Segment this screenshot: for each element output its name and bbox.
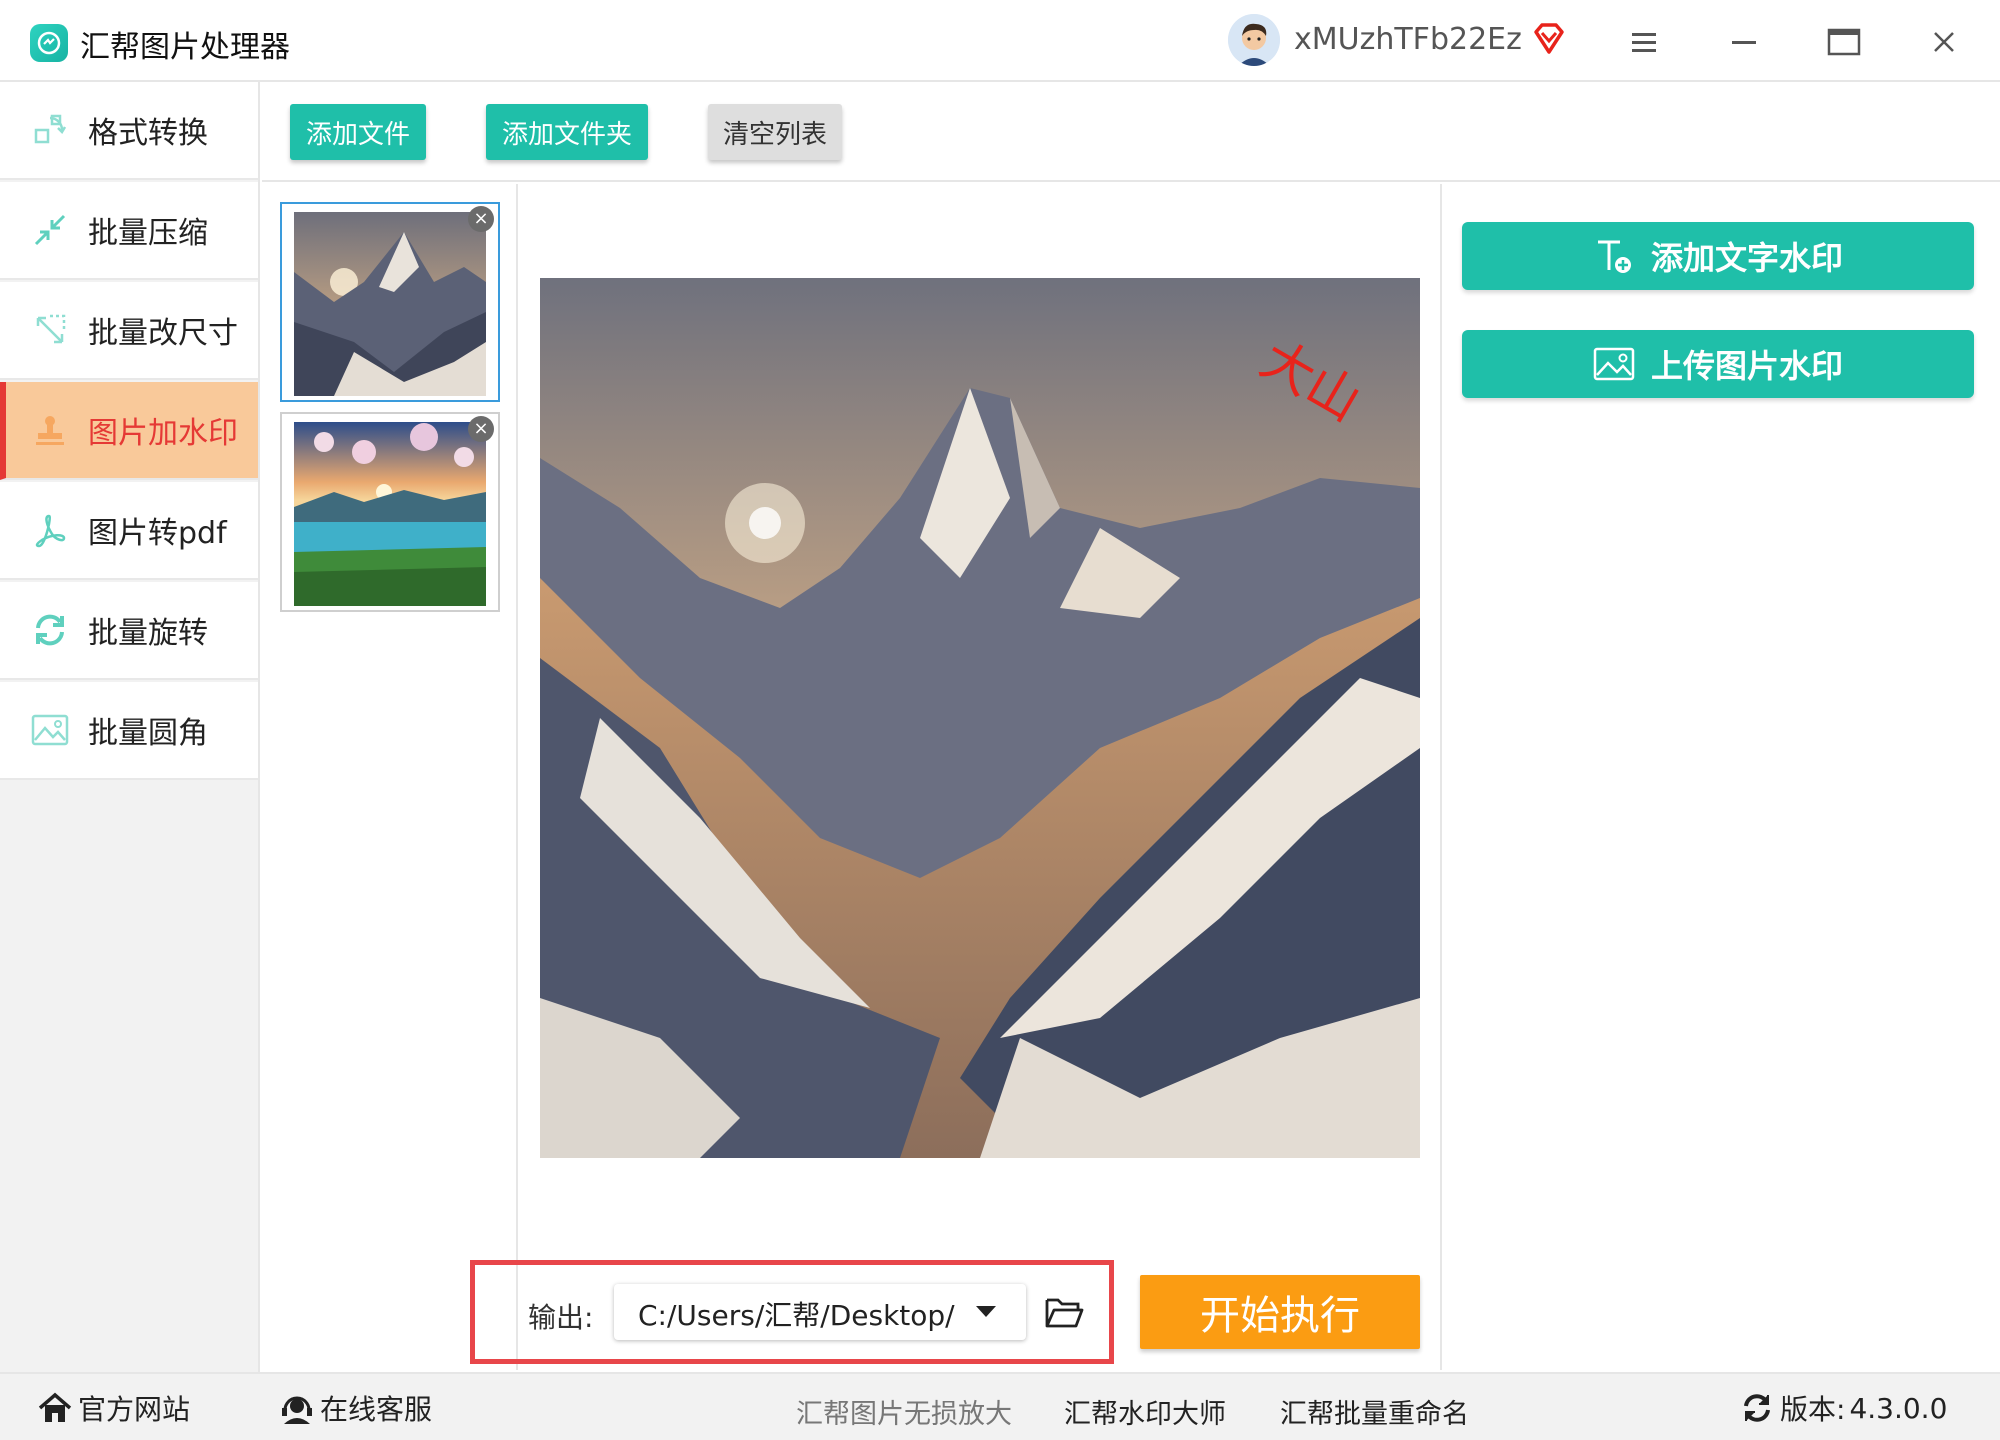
output-label: 输出: [528, 1301, 594, 1334]
home-icon [38, 1391, 72, 1425]
batch-rename-link[interactable]: 汇帮批量重命名 [1280, 1392, 1469, 1431]
upload-image-watermark-button[interactable]: 上传图片水印 [1462, 330, 1974, 398]
output-path-value: C:/Users/汇帮/Desktop/ [638, 1299, 955, 1332]
online-support-label: 在线客服 [320, 1393, 433, 1426]
status-bar: 官方网站 在线客服 汇帮图片无损放大 汇帮水印大师 汇帮批量重命名 版本: 4.… [0, 1372, 2000, 1440]
upload-image-watermark-label: 上传图片水印 [1650, 347, 1843, 385]
mountain-thumbnail-image [294, 212, 486, 396]
thumbnail-list: × × [262, 184, 518, 1370]
remove-thumbnail-icon[interactable]: × [468, 206, 494, 232]
sidebar-item-round-corner[interactable]: 批量圆角 [0, 682, 258, 780]
sidebar-item-label: 批量改尺寸 [88, 316, 238, 351]
app-window: 汇帮图片处理器 xMUzhTFb22Ez 格式转换 批量压缩 批量改尺寸 图片加… [0, 0, 2000, 1440]
version-info[interactable]: 版本: 4.3.0.0 [1740, 1388, 1947, 1428]
pdf-icon [30, 510, 70, 550]
sidebar-item-label: 批量压缩 [88, 216, 208, 251]
text-add-icon [1593, 235, 1635, 277]
avatar[interactable] [1228, 14, 1280, 66]
lossless-upscale-link[interactable]: 汇帮图片无损放大 [796, 1392, 1012, 1431]
resize-icon [30, 310, 70, 350]
headset-icon [280, 1391, 314, 1425]
toolbar: 添加文件 添加文件夹 清空列表 [262, 82, 2000, 182]
remove-thumbnail-icon[interactable]: × [468, 416, 494, 442]
picture-icon [1593, 343, 1635, 385]
rotate-icon [30, 610, 70, 650]
add-text-watermark-label: 添加文字水印 [1650, 239, 1843, 277]
sidebar-item-watermark[interactable]: 图片加水印 [0, 382, 258, 480]
chevron-down-icon[interactable] [976, 1306, 996, 1317]
close-icon[interactable] [1922, 20, 1966, 64]
sidebar-item-format-convert[interactable]: 格式转换 [0, 82, 258, 180]
folder-open-icon[interactable] [1044, 1294, 1084, 1330]
start-button[interactable]: 开始执行 [1140, 1275, 1420, 1349]
app-logo-icon [30, 24, 68, 62]
sidebar-item-label: 批量旋转 [88, 616, 208, 651]
watermark-master-link[interactable]: 汇帮水印大师 [1064, 1392, 1226, 1431]
app-title: 汇帮图片处理器 [80, 30, 290, 65]
sidebar-item-label: 图片转pdf [88, 516, 227, 551]
stamp-icon [30, 410, 70, 450]
sidebar-item-resize[interactable]: 批量改尺寸 [0, 282, 258, 380]
thumbnail-mountain[interactable]: × [280, 202, 500, 402]
version-number: 4.3.0.0 [1849, 1391, 1948, 1425]
sidebar-item-rotate[interactable]: 批量旋转 [0, 582, 258, 680]
add-file-button[interactable]: 添加文件 [290, 104, 426, 160]
sidebar-item-compress[interactable]: 批量压缩 [0, 182, 258, 280]
watermark-panel: 添加文字水印 上传图片水印 [1440, 184, 2000, 1370]
vip-diamond-icon[interactable] [1530, 20, 1568, 58]
preview-image [540, 278, 1420, 1158]
sidebar-item-to-pdf[interactable]: 图片转pdf [0, 482, 258, 580]
clear-list-button[interactable]: 清空列表 [708, 104, 842, 160]
add-text-watermark-button[interactable]: 添加文字水印 [1462, 222, 1974, 290]
hamburger-icon[interactable] [1622, 20, 1666, 64]
username[interactable]: xMUzhTFb22Ez [1294, 22, 1522, 57]
sidebar-item-label: 批量圆角 [88, 716, 208, 751]
online-support-link[interactable]: 在线客服 [280, 1388, 432, 1428]
lake-thumbnail-image [294, 422, 486, 606]
sidebar-item-label: 图片加水印 [88, 416, 238, 451]
output-path-select[interactable]: C:/Users/汇帮/Desktop/ [614, 1284, 1026, 1340]
maximize-icon[interactable] [1822, 20, 1866, 64]
sidebar: 格式转换 批量压缩 批量改尺寸 图片加水印 图片转pdf 批量旋转 批量圆角 [0, 82, 260, 1372]
thumbnail-lake[interactable]: × [280, 412, 500, 612]
add-folder-button[interactable]: 添加文件夹 [486, 104, 648, 160]
title-bar: 汇帮图片处理器 xMUzhTFb22Ez [0, 0, 2000, 82]
minimize-icon[interactable] [1722, 20, 1766, 64]
official-website-label: 官方网站 [78, 1393, 191, 1426]
version-label: 版本: [1780, 1393, 1846, 1426]
sidebar-item-label: 格式转换 [88, 116, 208, 151]
official-website-link[interactable]: 官方网站 [38, 1388, 190, 1428]
format-convert-icon [30, 110, 70, 150]
compress-icon [30, 210, 70, 250]
refresh-icon [1740, 1391, 1774, 1425]
image-icon [30, 710, 70, 750]
